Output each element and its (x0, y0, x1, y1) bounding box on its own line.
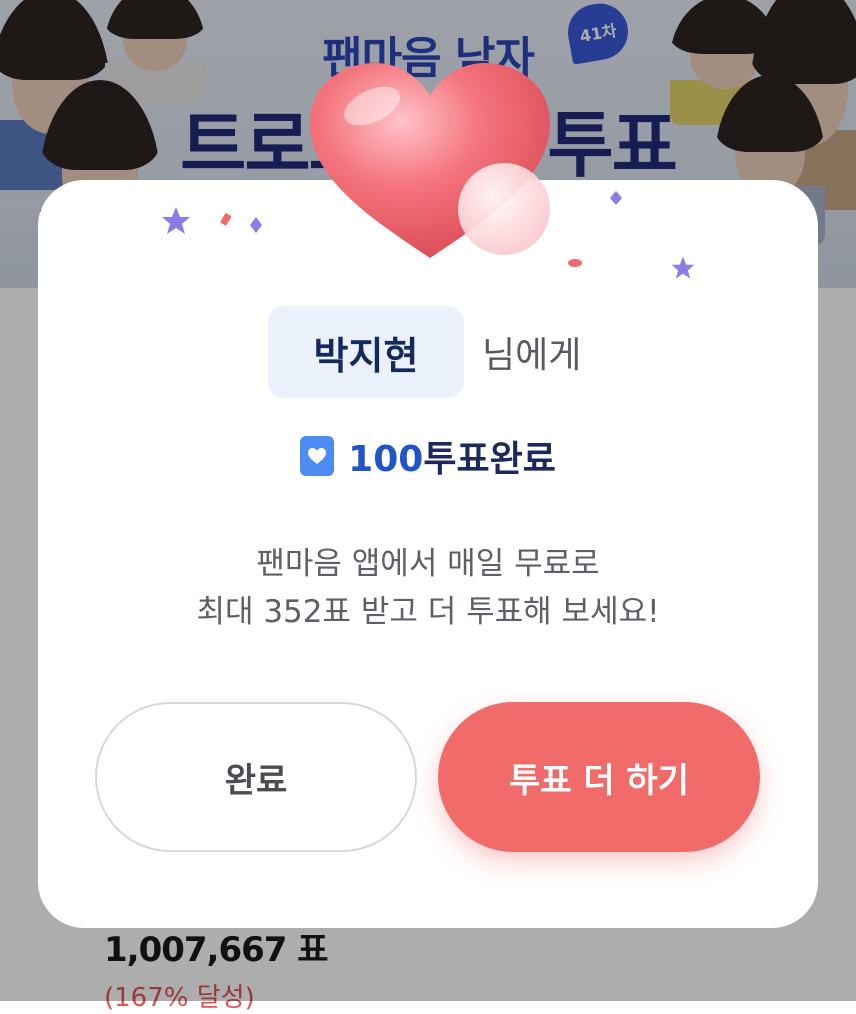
confetti-icon (220, 213, 232, 226)
confetti-icon (250, 217, 262, 233)
recipient-name-chip: 박지현 (268, 306, 464, 398)
vote-result: 100투표완료 (0, 430, 856, 482)
heart-icon (300, 436, 335, 476)
decorative-bubble (458, 163, 550, 255)
confetti-star-icon (671, 256, 695, 279)
vote-count: 100 (348, 439, 424, 480)
promo-message-line2: 최대 352표 받고 더 투표해 보세요! (196, 594, 660, 630)
promo-message: 팬마음 앱에서 매일 무료로 최대 352표 받고 더 투표해 보세요! (0, 540, 856, 636)
confetti-star-icon (162, 207, 190, 234)
promo-message-line1: 팬마음 앱에서 매일 무료로 (256, 546, 600, 582)
done-button[interactable]: 완료 (95, 702, 417, 852)
confetti-icon (610, 191, 622, 205)
confetti-icon (568, 259, 582, 267)
recipient-suffix: 님에게 (482, 335, 582, 376)
vote-status: 투표완료 (423, 439, 556, 480)
vote-more-button[interactable]: 투표 더 하기 (438, 702, 760, 852)
